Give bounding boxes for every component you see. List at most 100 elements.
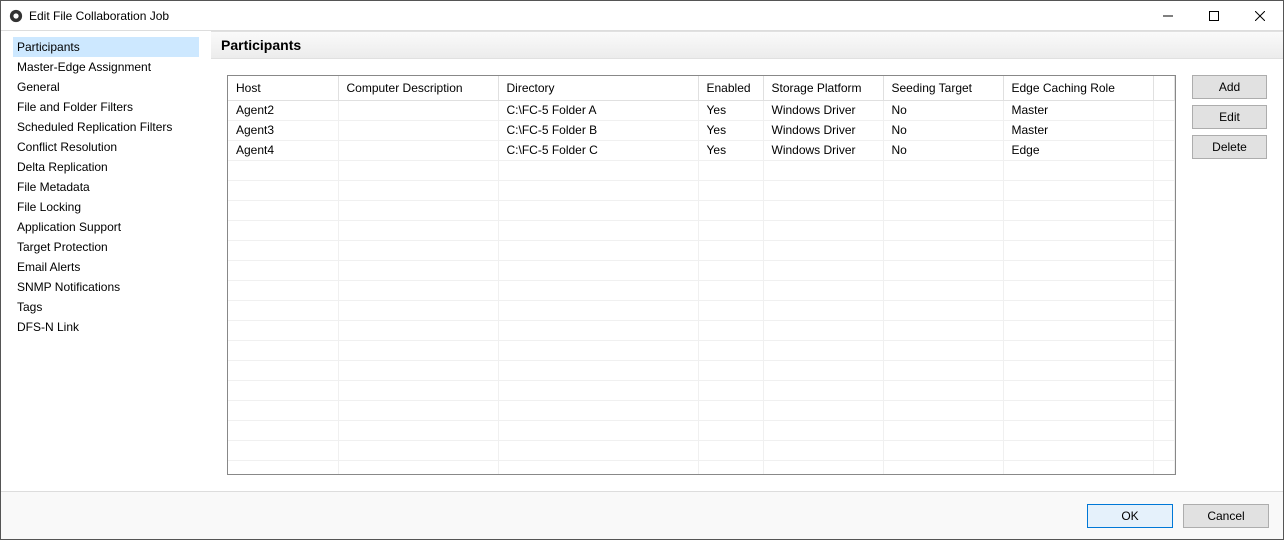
table-cell: Yes <box>698 140 763 160</box>
sidebar-item[interactable]: Target Protection <box>13 237 199 257</box>
table-cell <box>1003 220 1153 240</box>
table-cell <box>338 240 498 260</box>
table-cell <box>498 220 698 240</box>
col-seeding-target[interactable]: Seeding Target <box>883 76 1003 100</box>
table-cell <box>883 300 1003 320</box>
table-cell <box>338 260 498 280</box>
table-cell <box>883 160 1003 180</box>
table-cell <box>228 280 338 300</box>
table-cell <box>763 340 883 360</box>
table-cell <box>698 280 763 300</box>
table-cell <box>1153 100 1175 120</box>
table-cell <box>883 360 1003 380</box>
table-cell <box>1003 340 1153 360</box>
table-cell <box>698 320 763 340</box>
table-cell <box>763 320 883 340</box>
sidebar-item[interactable]: Email Alerts <box>13 257 199 277</box>
sidebar-item[interactable]: DFS-N Link <box>13 317 199 337</box>
minimize-button[interactable] <box>1145 1 1191 31</box>
sidebar-item[interactable]: General <box>13 77 199 97</box>
table-cell <box>698 340 763 360</box>
col-storage-platform[interactable]: Storage Platform <box>763 76 883 100</box>
table-cell <box>763 360 883 380</box>
table-cell <box>1153 160 1175 180</box>
table-cell <box>228 220 338 240</box>
table-row <box>228 340 1175 360</box>
table-row <box>228 260 1175 280</box>
page-title: Participants <box>211 31 1283 59</box>
delete-button[interactable]: Delete <box>1192 135 1267 159</box>
table-cell <box>883 240 1003 260</box>
sidebar-item[interactable]: Participants <box>13 37 199 57</box>
sidebar-item[interactable]: Conflict Resolution <box>13 137 199 157</box>
table-row <box>228 220 1175 240</box>
table-cell <box>698 380 763 400</box>
col-host[interactable]: Host <box>228 76 338 100</box>
table-cell: Agent2 <box>228 100 338 120</box>
col-directory[interactable]: Directory <box>498 76 698 100</box>
table-cell <box>763 280 883 300</box>
sidebar-item[interactable]: Delta Replication <box>13 157 199 177</box>
table-cell: C:\FC-5 Folder B <box>498 120 698 140</box>
table-cell <box>228 160 338 180</box>
side-buttons: Add Edit Delete <box>1192 75 1267 475</box>
table-cell <box>1003 240 1153 260</box>
table-cell: Yes <box>698 100 763 120</box>
table-cell: Windows Driver <box>763 100 883 120</box>
table-cell <box>498 420 698 440</box>
table-cell <box>1003 460 1153 475</box>
table-row <box>228 440 1175 460</box>
ok-button[interactable]: OK <box>1087 504 1173 528</box>
edit-button[interactable]: Edit <box>1192 105 1267 129</box>
table-cell <box>1003 380 1153 400</box>
table-cell <box>338 100 498 120</box>
table-cell <box>498 260 698 280</box>
table-cell <box>1003 420 1153 440</box>
table-cell <box>228 440 338 460</box>
col-computer-description[interactable]: Computer Description <box>338 76 498 100</box>
table-row[interactable]: Agent3C:\FC-5 Folder BYesWindows DriverN… <box>228 120 1175 140</box>
table-cell <box>698 400 763 420</box>
participants-table[interactable]: Host Computer Description Directory Enab… <box>228 76 1175 475</box>
table-cell <box>338 180 498 200</box>
table-cell <box>228 240 338 260</box>
sidebar-item[interactable]: SNMP Notifications <box>13 277 199 297</box>
table-cell <box>698 420 763 440</box>
maximize-button[interactable] <box>1191 1 1237 31</box>
close-button[interactable] <box>1237 1 1283 31</box>
table-cell: No <box>883 120 1003 140</box>
table-cell <box>1153 120 1175 140</box>
sidebar-item[interactable]: Master-Edge Assignment <box>13 57 199 77</box>
sidebar-item[interactable]: File Metadata <box>13 177 199 197</box>
table-cell <box>498 240 698 260</box>
col-edge-caching-role[interactable]: Edge Caching Role <box>1003 76 1153 100</box>
sidebar-item[interactable]: Application Support <box>13 217 199 237</box>
table-cell <box>698 240 763 260</box>
cancel-button[interactable]: Cancel <box>1183 504 1269 528</box>
table-cell: Master <box>1003 100 1153 120</box>
table-cell <box>763 300 883 320</box>
table-cell <box>763 200 883 220</box>
sidebar-item[interactable]: File and Folder Filters <box>13 97 199 117</box>
table-cell <box>883 260 1003 280</box>
sidebar-item[interactable]: File Locking <box>13 197 199 217</box>
table-cell <box>763 440 883 460</box>
table-cell <box>698 200 763 220</box>
col-enabled[interactable]: Enabled <box>698 76 763 100</box>
add-button[interactable]: Add <box>1192 75 1267 99</box>
table-cell <box>498 400 698 420</box>
table-cell <box>1153 340 1175 360</box>
table-row[interactable]: Agent4C:\FC-5 Folder CYesWindows DriverN… <box>228 140 1175 160</box>
window-controls <box>1145 1 1283 31</box>
table-cell <box>228 420 338 440</box>
table-cell: C:\FC-5 Folder C <box>498 140 698 160</box>
table-cell <box>763 400 883 420</box>
table-cell <box>338 420 498 440</box>
table-cell <box>698 300 763 320</box>
sidebar-item[interactable]: Tags <box>13 297 199 317</box>
sidebar-item[interactable]: Scheduled Replication Filters <box>13 117 199 137</box>
table-cell: Windows Driver <box>763 140 883 160</box>
table-cell <box>228 180 338 200</box>
table-cell: Master <box>1003 120 1153 140</box>
table-row[interactable]: Agent2C:\FC-5 Folder AYesWindows DriverN… <box>228 100 1175 120</box>
